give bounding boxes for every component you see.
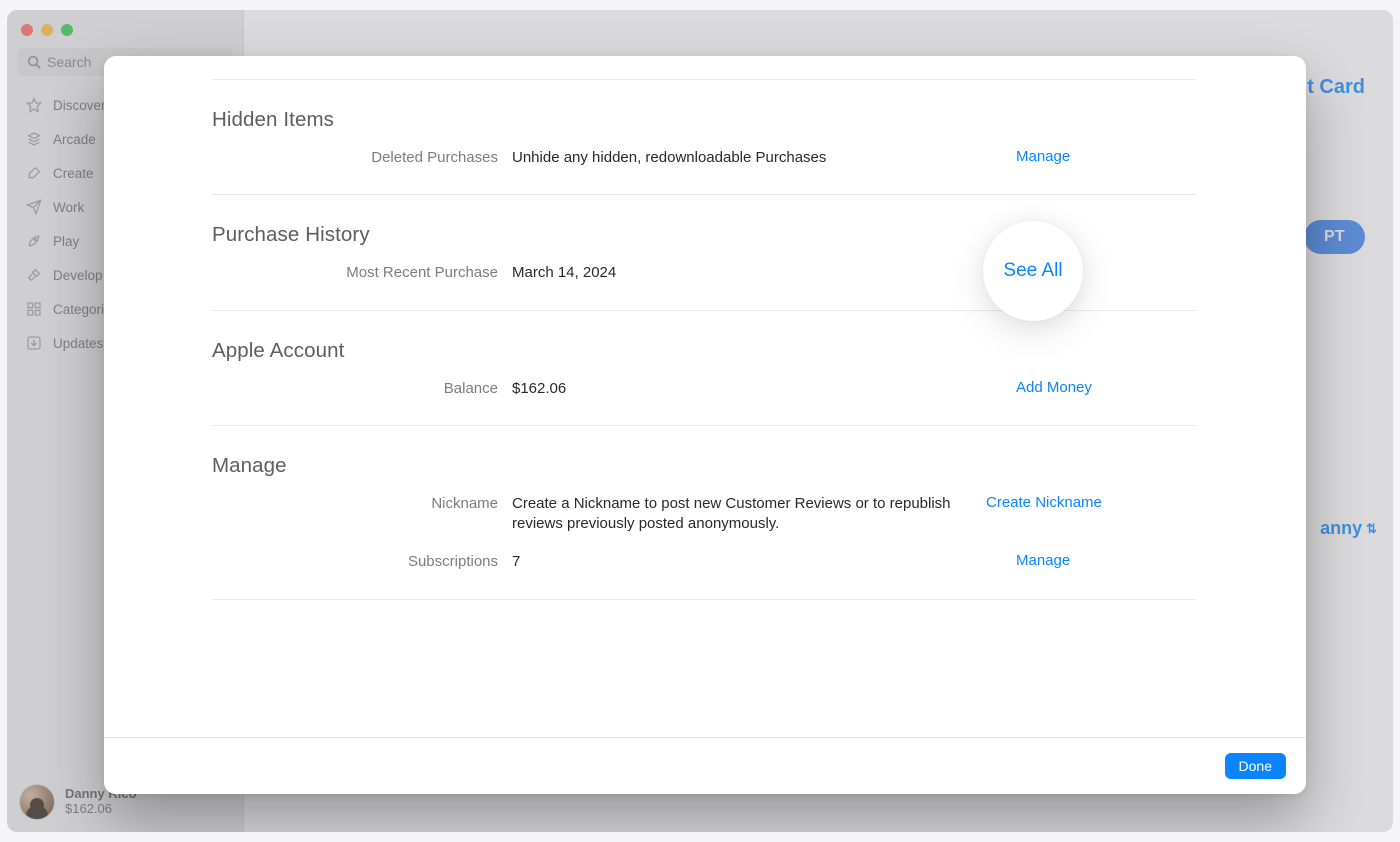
- avatar: [19, 784, 55, 820]
- minimize-window-button[interactable]: [41, 24, 53, 36]
- fullscreen-window-button[interactable]: [61, 24, 73, 36]
- see-all-spotlight: See All: [983, 221, 1083, 321]
- download-icon: [25, 334, 43, 352]
- section-title: Hidden Items: [212, 108, 1196, 132]
- sidebar-item-label: Discover: [53, 98, 106, 113]
- row-value: 7: [512, 552, 1002, 572]
- row-value: Unhide any hidden, redownloadable Purcha…: [512, 148, 1002, 168]
- done-button[interactable]: Done: [1225, 753, 1286, 779]
- row-value: Create a Nickname to post new Customer R…: [512, 494, 972, 535]
- sidebar-item-label: Arcade: [53, 132, 96, 147]
- manage-subscriptions-link[interactable]: Manage: [1016, 552, 1196, 569]
- section-manage: Manage Nickname Create a Nickname to pos…: [212, 426, 1196, 600]
- row-deleted-purchases: Deleted Purchases Unhide any hidden, red…: [212, 148, 1196, 168]
- row-label: Subscriptions: [212, 552, 498, 570]
- sidebar-item-label: Develop: [53, 268, 103, 283]
- add-money-link[interactable]: Add Money: [1016, 379, 1196, 396]
- sort-name: anny: [1320, 518, 1362, 539]
- section-purchase-history: Purchase History Most Recent Purchase Ma…: [212, 195, 1196, 310]
- sort-by-label[interactable]: anny ⇅: [1320, 518, 1377, 539]
- search-icon: [27, 55, 41, 69]
- paperplane-icon: [25, 198, 43, 216]
- row-nickname: Nickname Create a Nickname to post new C…: [212, 494, 1196, 535]
- row-value: $162.06: [512, 379, 1002, 399]
- section-title: Manage: [212, 454, 1196, 478]
- see-all-label: See All: [1003, 260, 1062, 282]
- primary-pill-button[interactable]: PT: [1304, 220, 1365, 254]
- section-apple-account: Apple Account Balance $162.06 Add Money: [212, 311, 1196, 426]
- sort-chevron-icon: ⇅: [1366, 521, 1377, 537]
- sidebar-item-label: Create: [53, 166, 94, 181]
- window-controls: [7, 10, 243, 36]
- create-nickname-link[interactable]: Create Nickname: [986, 494, 1166, 511]
- sidebar-item-label: Work: [53, 200, 84, 215]
- star-icon: [25, 96, 43, 114]
- sidebar-item-label: Updates: [53, 336, 103, 351]
- row-label: Deleted Purchases: [212, 148, 498, 166]
- section-hidden-items: Hidden Items Deleted Purchases Unhide an…: [212, 79, 1196, 195]
- row-label: Most Recent Purchase: [212, 263, 498, 281]
- sidebar-item-label: Play: [53, 234, 79, 249]
- rocket-icon: [25, 232, 43, 250]
- app-window: Discover Arcade Create Work: [7, 10, 1393, 832]
- section-title: Apple Account: [212, 339, 1196, 363]
- brush-icon: [25, 164, 43, 182]
- sheet-footer: Done: [104, 737, 1306, 794]
- grid-icon: [25, 300, 43, 318]
- arcade-icon: [25, 130, 43, 148]
- sheet-body[interactable]: Hidden Items Deleted Purchases Unhide an…: [104, 56, 1306, 737]
- row-balance: Balance $162.06 Add Money: [212, 379, 1196, 399]
- row-value: March 14, 2024: [512, 263, 1002, 283]
- row-label: Balance: [212, 379, 498, 397]
- gift-card-link-fragment[interactable]: t Card: [1307, 76, 1365, 99]
- hammer-icon: [25, 266, 43, 284]
- row-most-recent-purchase: Most Recent Purchase March 14, 2024 See …: [212, 263, 1196, 283]
- account-settings-sheet: Hidden Items Deleted Purchases Unhide an…: [104, 56, 1306, 794]
- close-window-button[interactable]: [21, 24, 33, 36]
- row-subscriptions: Subscriptions 7 Manage: [212, 552, 1196, 572]
- row-label: Nickname: [212, 494, 498, 512]
- manage-hidden-link[interactable]: Manage: [1016, 148, 1196, 165]
- account-balance: $162.06: [65, 802, 137, 817]
